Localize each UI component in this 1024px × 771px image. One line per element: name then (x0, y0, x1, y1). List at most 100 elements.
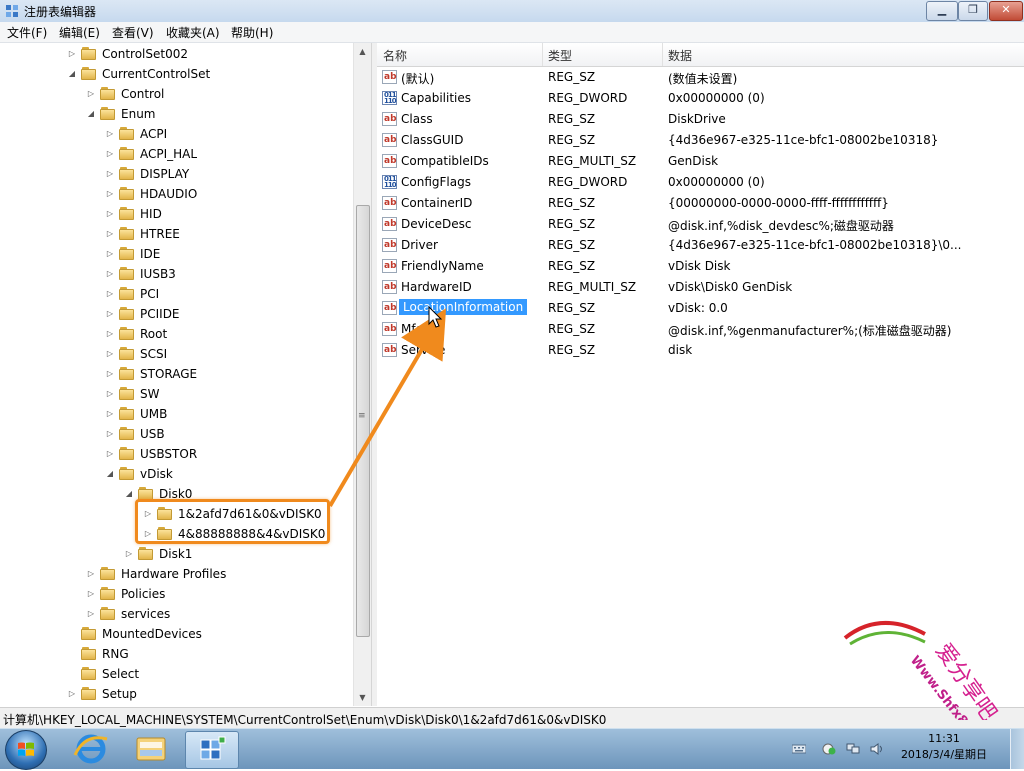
scroll-down-icon[interactable]: ▼ (354, 689, 371, 706)
tree-node[interactable]: ▷ IDE (0, 244, 352, 264)
tree-node[interactable]: ▷ UMB (0, 404, 352, 424)
volume-icon[interactable] (870, 743, 884, 755)
expand-arrow-icon[interactable]: ▷ (105, 424, 115, 444)
expand-arrow-icon[interactable]: ▷ (105, 204, 115, 224)
registry-value-row[interactable]: 011 110 Capabilities REG_DWORD 0x00000000 (0… (377, 88, 1024, 109)
column-header-name[interactable]: 名称 (383, 47, 407, 64)
registry-value-row[interactable]: ab FriendlyName REG_SZ vDisk Disk (377, 256, 1024, 277)
network-icon[interactable] (846, 743, 860, 755)
expand-arrow-icon[interactable]: ▷ (105, 244, 115, 264)
registry-value-row[interactable]: ab DeviceDesc REG_SZ @disk.inf,%disk_devdes… (377, 214, 1024, 235)
tree-node[interactable]: ◢ Enum (0, 104, 352, 124)
close-button[interactable]: ✕ (989, 1, 1023, 21)
menu-file[interactable]: 文件(F) (7, 24, 47, 41)
tree-node[interactable]: ▷ Policies (0, 584, 352, 604)
tree-node[interactable]: ▷ HTREE (0, 224, 352, 244)
tree-node[interactable]: ◢ CurrentControlSet (0, 64, 352, 84)
taskbar-internet-explorer[interactable] (65, 731, 117, 767)
registry-value-row[interactable]: ab (默认) REG_SZ (数值未设置) (377, 67, 1024, 88)
minimize-button[interactable]: ▁ (926, 1, 958, 21)
tree-node[interactable]: ▷ PCIIDE (0, 304, 352, 324)
tree-node[interactable]: ▷ Control (0, 84, 352, 104)
expand-arrow-icon[interactable]: ▷ (105, 344, 115, 364)
expand-arrow-icon[interactable]: ▷ (105, 404, 115, 424)
window-title-bar[interactable]: 注册表编辑器 ▁ ❐ ✕ (0, 0, 1024, 23)
expand-arrow-icon[interactable]: ▷ (105, 164, 115, 184)
menu-edit[interactable]: 编辑(E) (59, 24, 100, 41)
expand-arrow-icon[interactable]: ▷ (105, 364, 115, 384)
registry-value-row[interactable]: ab LocationInformation REG_SZ vDisk: 0.0 (377, 298, 1024, 319)
tree-node[interactable]: MountedDevices (0, 624, 352, 644)
tree-node[interactable]: ▷ SCSI (0, 344, 352, 364)
expand-arrow-icon[interactable]: ▷ (86, 584, 96, 604)
start-button[interactable] (5, 730, 47, 770)
tree-node[interactable]: ▷ ACPI_HAL (0, 144, 352, 164)
menu-view[interactable]: 查看(V) (112, 24, 154, 41)
system-clock[interactable]: 11:31 2018/3/4/星期日 (894, 731, 994, 763)
collapse-arrow-icon[interactable]: ◢ (67, 64, 77, 84)
tree-node[interactable]: ▷ Disk1 (0, 544, 352, 564)
registry-value-row[interactable]: 011 110 ConfigFlags REG_DWORD 0x00000000 (0) (377, 172, 1024, 193)
column-header-type[interactable]: 类型 (548, 47, 572, 64)
expand-arrow-icon[interactable]: ▷ (105, 184, 115, 204)
expand-arrow-icon[interactable]: ▷ (86, 604, 96, 624)
maximize-button[interactable]: ❐ (958, 1, 988, 21)
tree-node[interactable]: Select (0, 664, 352, 684)
tree-node[interactable]: ▷ HDAUDIO (0, 184, 352, 204)
tree-node[interactable]: ▷ Hardware Profiles (0, 564, 352, 584)
expand-arrow-icon[interactable]: ▷ (105, 324, 115, 344)
expand-arrow-icon[interactable]: ▷ (67, 44, 77, 64)
expand-arrow-icon[interactable]: ▷ (105, 124, 115, 144)
registry-value-row[interactable]: ab Mfg REG_SZ @disk.inf,%genmanufacturer%;(… (377, 319, 1024, 340)
tree-node[interactable]: ▷ SW (0, 384, 352, 404)
scroll-thumb[interactable] (356, 205, 370, 637)
tree-node[interactable]: ▷ DISPLAY (0, 164, 352, 184)
column-header-data[interactable]: 数据 (668, 47, 692, 64)
expand-arrow-icon[interactable]: ▷ (105, 144, 115, 164)
expand-arrow-icon[interactable]: ▷ (105, 384, 115, 404)
tree-node[interactable]: RNG (0, 644, 352, 664)
collapse-arrow-icon[interactable]: ◢ (86, 104, 96, 124)
registry-value-row[interactable]: ab CompatibleIDs REG_MULTI_SZ GenDisk (377, 151, 1024, 172)
show-desktop-button[interactable] (1010, 729, 1024, 769)
expand-arrow-icon[interactable]: ▷ (105, 264, 115, 284)
tree-node[interactable]: ▷ Setup (0, 684, 352, 704)
scroll-up-icon[interactable]: ▲ (354, 43, 371, 60)
registry-value-row[interactable]: ab ClassGUID REG_SZ {4d36e967-e325-11ce-bfc… (377, 130, 1024, 151)
registry-value-row[interactable]: ab Driver REG_SZ {4d36e967-e325-11ce-bfc1-0… (377, 235, 1024, 256)
menu-favorites[interactable]: 收藏夹(A) (166, 24, 220, 41)
expand-arrow-icon[interactable]: ▷ (105, 304, 115, 324)
tree-scrollbar[interactable]: ▲ ≡ ▼ (353, 43, 371, 706)
registry-value-row[interactable]: ab Class REG_SZ DiskDrive (377, 109, 1024, 130)
expand-arrow-icon[interactable]: ▷ (86, 84, 96, 104)
tree-node[interactable]: ▷ USBSTOR (0, 444, 352, 464)
expand-arrow-icon[interactable]: ▷ (105, 444, 115, 464)
action-center-flag-icon[interactable] (822, 743, 836, 755)
column-divider[interactable] (662, 43, 663, 66)
expand-arrow-icon[interactable]: ▷ (105, 284, 115, 304)
expand-arrow-icon[interactable]: ▷ (86, 564, 96, 584)
tree-node[interactable]: ▷ USB (0, 424, 352, 444)
taskbar-registry-editor[interactable] (185, 731, 239, 769)
registry-value-row[interactable]: ab Service REG_SZ disk (377, 340, 1024, 361)
tree-node[interactable]: ▷ IUSB3 (0, 264, 352, 284)
registry-value-row[interactable]: ab HardwareID REG_MULTI_SZ vDisk\Disk0 GenD… (377, 277, 1024, 298)
tree-node[interactable]: ▷ services (0, 604, 352, 624)
registry-key-tree[interactable]: ▷ ControlSet002 ◢ CurrentControlSet ▷ Control… (0, 43, 371, 706)
tree-node[interactable]: ◢ vDisk (0, 464, 352, 484)
tree-node[interactable]: ▷ PCI (0, 284, 352, 304)
collapse-arrow-icon[interactable]: ◢ (124, 484, 134, 504)
expand-arrow-icon[interactable]: ▷ (105, 224, 115, 244)
expand-arrow-icon[interactable]: ▷ (124, 544, 134, 564)
taskbar-file-explorer[interactable] (125, 731, 177, 767)
menu-help[interactable]: 帮助(H) (231, 24, 273, 41)
tree-node[interactable]: ▷ ACPI (0, 124, 352, 144)
column-divider[interactable] (542, 43, 543, 66)
expand-arrow-icon[interactable]: ▷ (67, 684, 77, 704)
tree-node[interactable]: ▷ STORAGE (0, 364, 352, 384)
registry-value-row[interactable]: ab ContainerID REG_SZ {00000000-0000-0000-f… (377, 193, 1024, 214)
tree-node[interactable]: ▷ HID (0, 204, 352, 224)
tree-node[interactable]: ▷ ControlSet002 (0, 44, 352, 64)
tree-node[interactable]: ▷ Root (0, 324, 352, 344)
collapse-arrow-icon[interactable]: ◢ (105, 464, 115, 484)
